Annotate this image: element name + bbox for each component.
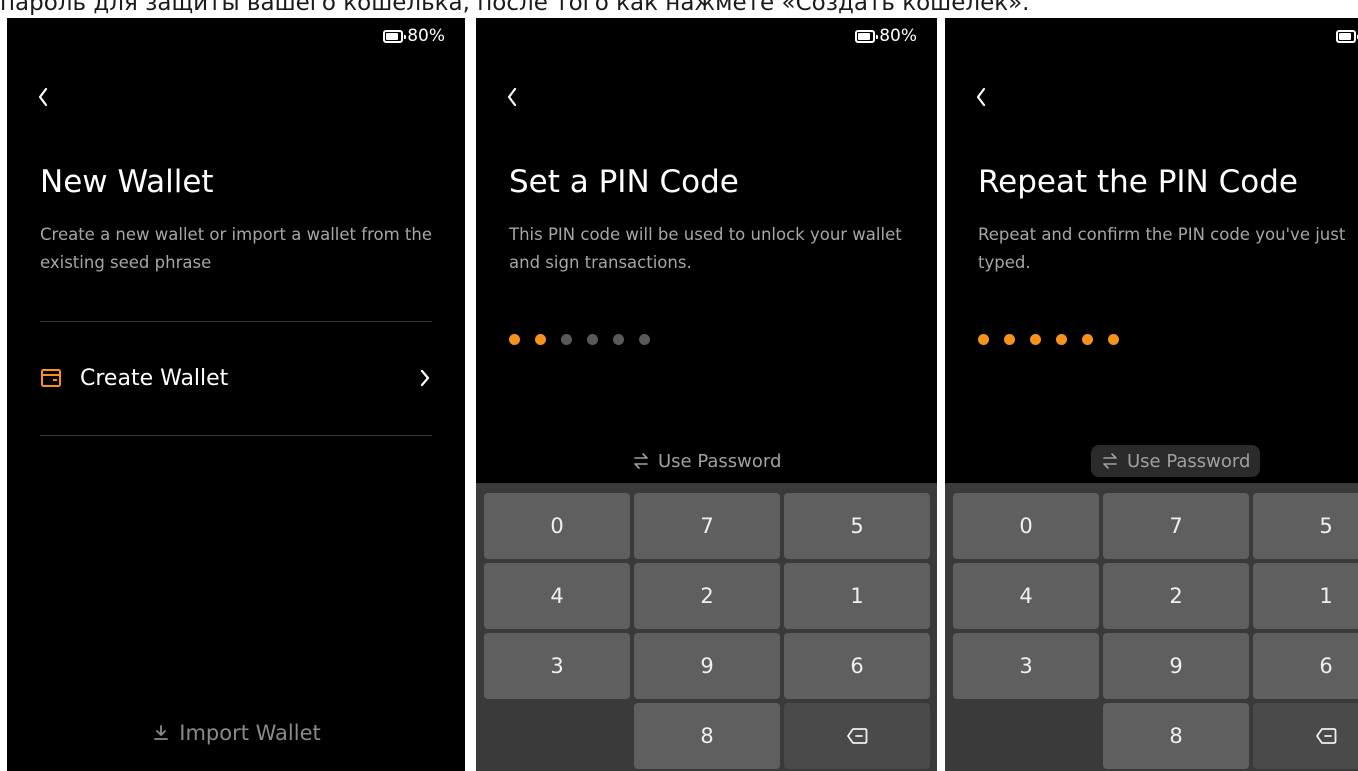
- status-bar: 80%: [383, 26, 445, 46]
- pin-indicator: [978, 334, 1119, 345]
- back-button[interactable]: [506, 86, 526, 116]
- screen-set-pin: 80% Set a PIN Code This PIN code will be…: [476, 18, 937, 771]
- use-password-label: Use Password: [1127, 450, 1251, 472]
- keypad-empty: [953, 703, 1099, 769]
- pin-dot: [639, 334, 650, 345]
- pin-dot: [1108, 334, 1119, 345]
- import-icon: [154, 725, 169, 740]
- keypad-key-0[interactable]: 0: [484, 493, 630, 559]
- battery-icon: [855, 29, 879, 43]
- battery-level: 80%: [879, 26, 917, 46]
- keypad-key-3[interactable]: 3: [484, 633, 630, 699]
- pin-dot: [613, 334, 624, 345]
- top-caption: пароль для защиты вашего кошелька, после…: [0, 0, 1030, 16]
- page-description: This PIN code will be used to unlock you…: [509, 225, 902, 272]
- wallet-icon: [41, 369, 61, 387]
- pin-dot: [1004, 334, 1015, 345]
- status-bar: 80%: [855, 26, 917, 46]
- keypad-empty: [484, 703, 630, 769]
- status-bar: 80%: [1336, 26, 1358, 46]
- use-password-button[interactable]: Use Password: [1091, 445, 1261, 477]
- back-button[interactable]: [975, 86, 995, 116]
- page-title: New Wallet: [40, 164, 214, 200]
- keypad-key-5[interactable]: 5: [1253, 493, 1358, 559]
- backspace-icon: [847, 728, 868, 744]
- import-wallet-button[interactable]: Import Wallet: [7, 721, 465, 745]
- backspace-icon: [1316, 728, 1337, 744]
- backspace-key[interactable]: [784, 703, 930, 769]
- page-title: Repeat the PIN Code: [978, 164, 1298, 200]
- keypad-key-4[interactable]: 4: [484, 563, 630, 629]
- back-icon: [38, 87, 48, 107]
- keypad-key-3[interactable]: 3: [953, 633, 1099, 699]
- pin-keypad: 075 421 3968: [945, 483, 1358, 771]
- pin-dot: [509, 334, 520, 345]
- keypad-key-7[interactable]: 7: [634, 493, 780, 559]
- keypad-key-5[interactable]: 5: [784, 493, 930, 559]
- screen-new-wallet: 80% New Wallet Create a new wallet or im…: [7, 18, 465, 771]
- import-wallet-label: Import Wallet: [179, 721, 321, 745]
- pin-dot: [587, 334, 598, 345]
- battery-icon: [1336, 29, 1358, 43]
- battery-icon: [383, 29, 407, 43]
- keypad-key-1[interactable]: 1: [1253, 563, 1358, 629]
- keypad-key-8[interactable]: 8: [634, 703, 780, 769]
- divider: [40, 435, 432, 436]
- swap-icon: [1103, 453, 1117, 469]
- pin-indicator: [509, 334, 650, 345]
- keypad-key-9[interactable]: 9: [1103, 633, 1249, 699]
- keypad-key-7[interactable]: 7: [1103, 493, 1249, 559]
- swap-icon: [634, 453, 648, 469]
- divider: [40, 321, 432, 322]
- create-wallet-button[interactable]: Create Wallet: [40, 348, 432, 408]
- keypad-key-2[interactable]: 2: [634, 563, 780, 629]
- battery-level: 80%: [407, 26, 445, 46]
- keypad-key-6[interactable]: 6: [784, 633, 930, 699]
- pin-dot: [1030, 334, 1041, 345]
- back-button[interactable]: [37, 86, 57, 116]
- keypad-key-4[interactable]: 4: [953, 563, 1099, 629]
- pin-dot: [978, 334, 989, 345]
- back-icon: [507, 87, 517, 107]
- keypad-key-8[interactable]: 8: [1103, 703, 1249, 769]
- create-wallet-label: Create Wallet: [80, 365, 229, 391]
- keypad-key-0[interactable]: 0: [953, 493, 1099, 559]
- page-title: Set a PIN Code: [509, 164, 739, 200]
- page-description: Create a new wallet or import a wallet f…: [40, 225, 432, 272]
- pin-dot: [535, 334, 546, 345]
- pin-dot: [1082, 334, 1093, 345]
- pin-dot: [1056, 334, 1067, 345]
- back-icon: [976, 87, 986, 107]
- pin-keypad: 075 421 3968: [476, 483, 937, 771]
- use-password-label: Use Password: [658, 450, 782, 472]
- use-password-button[interactable]: Use Password: [622, 445, 791, 477]
- chevron-right-icon: [420, 369, 430, 387]
- screen-repeat-pin: 80% Repeat the PIN Code Repeat and confi…: [945, 18, 1358, 771]
- keypad-key-9[interactable]: 9: [634, 633, 780, 699]
- keypad-key-2[interactable]: 2: [1103, 563, 1249, 629]
- keypad-key-6[interactable]: 6: [1253, 633, 1358, 699]
- page-description: Repeat and confirm the PIN code you've j…: [978, 225, 1346, 272]
- keypad-key-1[interactable]: 1: [784, 563, 930, 629]
- backspace-key[interactable]: [1253, 703, 1358, 769]
- pin-dot: [561, 334, 572, 345]
